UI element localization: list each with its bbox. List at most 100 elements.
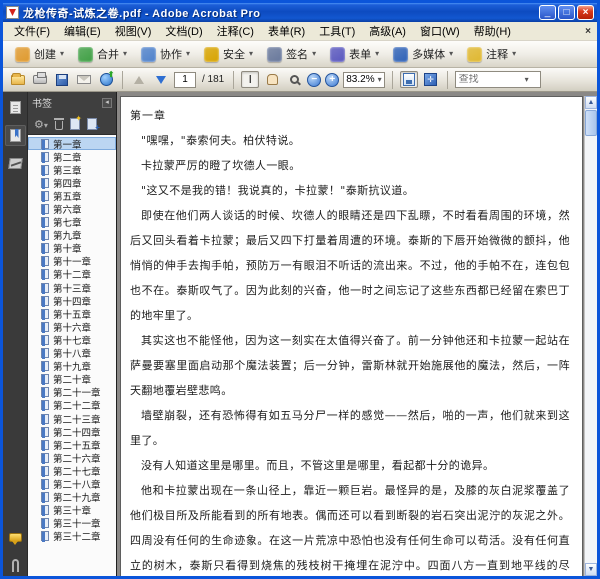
bookmark-item[interactable]: 第十一章 (28, 255, 116, 268)
fullscreen-button[interactable]: ✛ (422, 71, 440, 88)
close-button[interactable]: × (577, 5, 594, 20)
email-button[interactable] (75, 71, 93, 88)
zoom-level-value: 83.2% (346, 74, 375, 85)
collaborate-button[interactable]: 协作 ▾ (137, 43, 194, 65)
comment-button[interactable]: 注释 ▾ (463, 43, 520, 65)
bookmark-item[interactable]: 第二十一章 (28, 386, 116, 399)
bookmark-item[interactable]: 第二十章 (28, 373, 116, 386)
email-icon (77, 75, 91, 84)
minimize-button[interactable]: _ (539, 5, 556, 20)
bookmark-item[interactable]: 第十八章 (28, 347, 116, 360)
menu-item[interactable]: 编辑(E) (57, 21, 108, 41)
bookmark-item[interactable]: 第三十章 (28, 504, 116, 517)
bookmark-item[interactable]: 第三十一章 (28, 517, 116, 530)
bookmark-item[interactable]: 第十章 (28, 242, 116, 255)
bookmarks-toolbar: ⚙▾ (28, 113, 116, 135)
scroll-up-icon[interactable]: ▲ (585, 96, 597, 109)
find-input[interactable] (458, 74, 525, 85)
bookmark-item[interactable]: 第三章 (28, 163, 116, 177)
bookmark-item[interactable]: 第十四章 (28, 294, 116, 308)
menu-item[interactable]: 视图(V) (108, 21, 159, 41)
collapse-panel-button[interactable]: ◂ (102, 97, 112, 108)
comments-panel-button[interactable] (5, 527, 26, 548)
fullscreen-icon: ✛ (424, 73, 438, 86)
bookmark-item[interactable]: 第十九章 (28, 360, 116, 373)
bookmark-page-icon (41, 243, 49, 255)
bookmark-item[interactable]: 第十七章 (28, 333, 116, 347)
menu-item[interactable]: 表单(R) (261, 21, 312, 41)
create-button[interactable]: 创建 ▾ (11, 43, 68, 65)
zoom-in-button[interactable]: + (325, 72, 340, 87)
hand-tool-button[interactable] (263, 71, 281, 88)
bookmark-item[interactable]: 第十二章 (28, 268, 116, 281)
bookmark-item[interactable]: 第三十二章 (28, 530, 116, 543)
next-page-button[interactable] (152, 71, 170, 88)
attachments-panel-button[interactable] (5, 555, 26, 576)
bookmark-item[interactable]: 第二章 (28, 150, 116, 164)
bookmark-item[interactable]: 第二十二章 (28, 399, 116, 412)
bookmark-item[interactable]: 第九章 (28, 229, 116, 242)
scrollbar-thumb[interactable] (585, 110, 597, 136)
bookmark-page-icon (41, 295, 49, 307)
bookmark-item[interactable]: 第一章 (28, 137, 116, 151)
open-file-button[interactable] (9, 71, 27, 88)
maximize-button[interactable]: □ (558, 5, 575, 20)
bookmark-item[interactable]: 第十三章 (28, 281, 116, 295)
bookmark-item[interactable]: 第二十五章 (28, 438, 116, 452)
sign-button[interactable]: 签名 ▾ (263, 43, 320, 65)
bookmark-item[interactable]: 第二十九章 (28, 491, 116, 504)
previous-page-button[interactable] (130, 71, 148, 88)
vertical-scrollbar[interactable]: ▲ ▼ (584, 96, 597, 576)
bookmark-item[interactable]: 第十五章 (28, 307, 116, 321)
scroll-down-icon[interactable]: ▼ (585, 563, 597, 576)
security-button[interactable]: 安全 ▾ (200, 43, 257, 65)
menu-item[interactable]: 窗口(W) (413, 21, 467, 41)
menu-item[interactable]: 工具(T) (312, 21, 362, 41)
close-document-icon[interactable]: × (585, 26, 591, 37)
expand-bookmark-icon[interactable] (86, 117, 100, 132)
zoom-out-button[interactable]: − (307, 72, 322, 87)
find-box[interactable]: ▾ (454, 71, 541, 88)
find-options-caret-icon[interactable]: ▾ (525, 75, 529, 84)
upload-web-button[interactable] (97, 70, 115, 88)
forms-button[interactable]: 表单 ▾ (326, 43, 383, 65)
combine-button[interactable]: 合并 ▾ (74, 43, 131, 65)
select-tool-button[interactable]: Ⅰ (241, 71, 260, 88)
bookmark-item[interactable]: 第五章 (28, 189, 116, 203)
bookmark-item[interactable]: 第二十三章 (28, 412, 116, 426)
bookmark-item[interactable]: 第二十七章 (28, 464, 116, 478)
multimedia-button[interactable]: 多媒体 ▾ (389, 43, 457, 65)
bookmark-item[interactable]: 第六章 (28, 202, 116, 216)
fit-width-button[interactable] (399, 71, 418, 88)
bookmark-item[interactable]: 第十六章 (28, 320, 116, 334)
marquee-zoom-button[interactable] (285, 71, 303, 88)
bookmark-item[interactable]: 第七章 (28, 216, 116, 229)
bookmark-item[interactable]: 第二十八章 (28, 477, 116, 491)
save-icon (56, 73, 68, 86)
delete-bookmark-icon[interactable] (53, 117, 64, 130)
pages-panel-button[interactable] (5, 97, 26, 118)
signatures-panel-button[interactable] (5, 153, 26, 174)
menu-item[interactable]: 高级(A) (362, 21, 413, 41)
comment-label: 注释 (486, 49, 509, 61)
print-button[interactable] (31, 71, 49, 88)
menu-item[interactable]: 帮助(H) (467, 21, 518, 41)
page-count-label: / 181 (202, 74, 225, 85)
bookmark-item[interactable]: 第二十六章 (28, 451, 116, 465)
bookmark-page-icon (41, 426, 49, 438)
bookmark-item[interactable]: 第二十四章 (28, 425, 116, 439)
menu-item[interactable]: 文档(D) (158, 21, 209, 41)
zoom-level-select[interactable]: 83.2% ▾ (343, 71, 385, 88)
bookmarks-panel-button[interactable] (4, 125, 26, 146)
menu-item[interactable]: 文件(F) (7, 21, 57, 41)
bookmark-item[interactable]: 第四章 (28, 176, 116, 190)
page-number-input[interactable] (174, 71, 196, 88)
menu-item[interactable]: 注释(C) (210, 21, 261, 41)
scrollbar-track[interactable] (585, 109, 597, 563)
chapter-heading: 第一章 (130, 109, 166, 122)
fit-width-icon (402, 73, 415, 86)
save-button[interactable] (53, 71, 71, 88)
new-bookmark-icon[interactable] (69, 114, 82, 130)
comment-icon (467, 46, 483, 62)
bookmark-options-button[interactable]: ⚙▾ (34, 115, 48, 133)
